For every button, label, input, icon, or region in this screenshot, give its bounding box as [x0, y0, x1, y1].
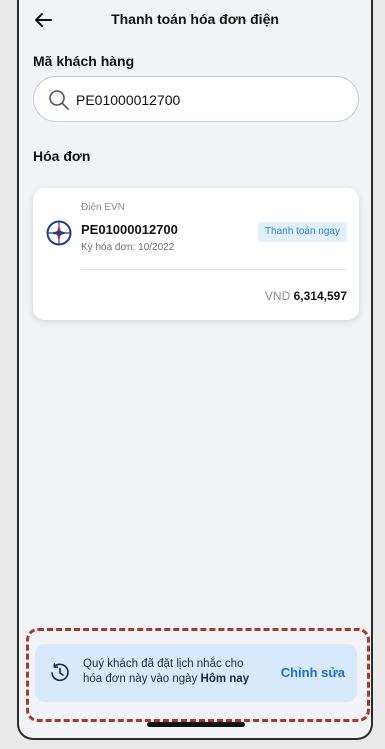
card-divider — [81, 269, 347, 270]
bills-section-label: Hóa đơn — [33, 148, 91, 164]
amount-value: 6,314,597 — [293, 289, 347, 303]
page-title: Thanh toán hóa đơn điện — [111, 11, 279, 27]
bill-period: Kỳ hóa đơn: 10/2022 — [81, 242, 175, 253]
reminder-line-1: Quý khách đã đặt lịch nhắc cho — [83, 658, 244, 670]
reminder-line-2: hóa đơn này vào ngày — [83, 673, 198, 685]
reminder-banner: Quý khách đã đặt lịch nhắc cho hóa đơn n… — [35, 644, 357, 702]
search-icon — [49, 90, 69, 110]
bill-amount: VND 6,314,597 — [265, 289, 347, 303]
clock-reminder-icon — [51, 663, 69, 682]
bill-customer-code: PE01000012700 — [81, 222, 178, 237]
search-input-value[interactable]: PE01000012700 — [76, 92, 180, 108]
reminder-message: Quý khách đã đặt lịch nhắc cho hóa đơn n… — [83, 657, 258, 687]
reminder-date: Hôm nay — [200, 673, 250, 685]
amount-currency: VND — [264, 289, 291, 303]
home-indicator — [147, 722, 245, 727]
pay-now-button[interactable]: Thanh toán ngay — [257, 222, 347, 242]
evn-logo-icon — [46, 220, 72, 246]
bill-card[interactable]: Điện EVN PE01000012700 Kỳ hóa đơn: 10/20… — [33, 188, 359, 320]
phone-screen: Thanh toán hóa đơn điện Mã khách hàng PE… — [17, 0, 373, 740]
top-nav-bar: Thanh toán hóa đơn điện — [19, 0, 371, 40]
edit-reminder-button[interactable]: Chỉnh sửa — [281, 665, 345, 680]
provider-name: Điện EVN — [81, 202, 125, 213]
customer-code-search-input[interactable]: PE01000012700 — [33, 76, 359, 122]
customer-code-label: Mã khách hàng — [33, 53, 135, 69]
